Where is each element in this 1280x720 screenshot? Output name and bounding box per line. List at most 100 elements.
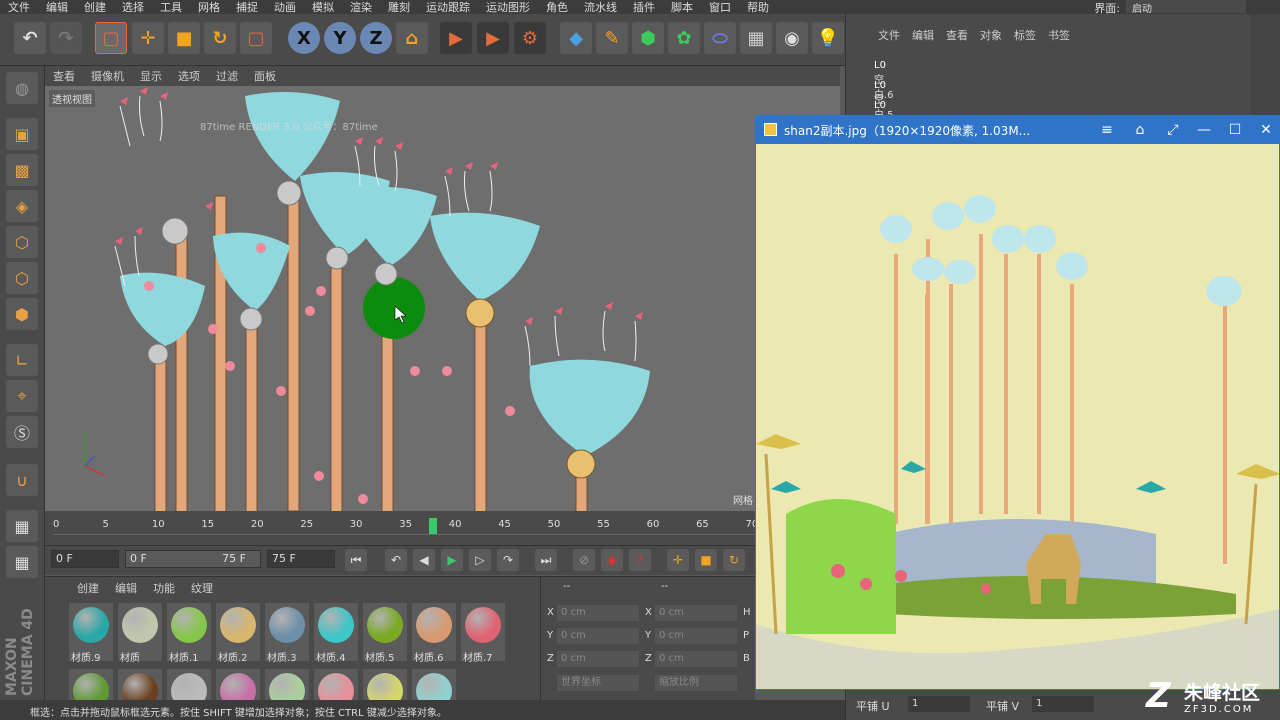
tile-u-field[interactable]: 1 xyxy=(908,696,970,712)
viewport-menu-item[interactable]: 摄像机 xyxy=(83,68,132,84)
menu-item[interactable]: 动画 xyxy=(266,0,304,15)
object-menu-item[interactable]: 对象 xyxy=(974,27,1008,43)
material-swatch[interactable]: 材质.9 xyxy=(69,603,113,664)
undo-icon[interactable]: ↶ xyxy=(14,22,46,54)
recent-tool-icon[interactable]: ▢ xyxy=(240,22,272,54)
menu-item[interactable]: 编辑 xyxy=(38,0,76,15)
object-menu-item[interactable]: 标签 xyxy=(1008,27,1042,43)
close-icon[interactable]: ✕ xyxy=(1251,116,1280,144)
tile-v-field[interactable]: 1 xyxy=(1032,696,1094,712)
pin-icon[interactable]: ⌂ xyxy=(1125,116,1155,144)
world-coords-select[interactable]: 世界坐标 xyxy=(557,675,639,691)
goto-end-icon[interactable]: ⏭ xyxy=(535,549,557,571)
grid-pattern-icon[interactable]: ▦ xyxy=(6,510,38,542)
light-icon[interactable]: 💡 xyxy=(812,22,844,54)
play-icon[interactable]: ▶ xyxy=(441,549,463,571)
material-swatch[interactable]: 材质.2 xyxy=(216,603,260,664)
texture-mode-icon[interactable]: ▩ xyxy=(6,154,38,186)
material-swatch[interactable] xyxy=(167,669,211,709)
material-swatch[interactable] xyxy=(363,669,407,709)
object-menu-item[interactable]: 查看 xyxy=(940,27,974,43)
material-swatch[interactable]: 材质.5 xyxy=(363,603,407,664)
floor-icon[interactable]: ▦ xyxy=(740,22,772,54)
polygons-mode-icon[interactable]: ⬢ xyxy=(6,298,38,330)
timeline[interactable]: 0 5 10 15 20 25 30 35 40 45 50 55 60 65 70 xyxy=(45,511,840,545)
menu-item[interactable]: 模拟 xyxy=(304,0,342,15)
scale-select[interactable]: 缩放比例 xyxy=(655,675,737,691)
autokey-icon[interactable]: ? xyxy=(629,549,651,571)
z-axis-icon[interactable]: Z xyxy=(360,22,392,54)
coord-position-field[interactable]: 0 cm xyxy=(557,605,639,621)
right-side-tabs[interactable] xyxy=(1250,14,1280,115)
menu-item[interactable]: 选择 xyxy=(114,0,152,15)
redo-icon[interactable]: ↷ xyxy=(50,22,82,54)
menu-item[interactable]: 脚本 xyxy=(663,0,701,15)
playhead[interactable] xyxy=(429,518,437,534)
material-swatch[interactable] xyxy=(265,669,309,709)
prev-frame-icon[interactable]: ◀ xyxy=(413,549,435,571)
model-mode-icon[interactable]: ▣ xyxy=(6,118,38,150)
material-menu-item[interactable]: 功能 xyxy=(145,580,183,596)
next-frame-icon[interactable]: ▷ xyxy=(469,549,491,571)
goto-start-icon[interactable]: ⏮ xyxy=(345,549,367,571)
viewport-menu-item[interactable]: 面板 xyxy=(246,68,284,84)
y-axis-icon[interactable]: Y xyxy=(324,22,356,54)
menu-item[interactable]: 工具 xyxy=(152,0,190,15)
key-rotate-icon[interactable]: ↻ xyxy=(723,549,745,571)
record-icon[interactable]: ◉ xyxy=(601,549,623,571)
deformer-icon[interactable]: ⬭ xyxy=(704,22,736,54)
menu-icon[interactable]: ≡ xyxy=(1092,116,1122,144)
edges-mode-icon[interactable]: ⬡ xyxy=(6,262,38,294)
range-slider[interactable]: 0 F 75 F xyxy=(125,550,261,568)
material-swatch[interactable]: 材质 xyxy=(118,603,162,664)
snap-s-icon[interactable]: Ⓢ xyxy=(6,416,38,448)
material-swatch[interactable] xyxy=(69,669,113,709)
material-swatch[interactable] xyxy=(216,669,260,709)
select-tool-icon[interactable]: ▢ xyxy=(95,22,127,54)
menu-item[interactable]: 运动跟踪 xyxy=(418,0,478,15)
material-swatch[interactable]: 材质.6 xyxy=(412,603,456,664)
axis-mode-icon[interactable]: ∟ xyxy=(6,344,38,376)
menu-item[interactable]: 插件 xyxy=(625,0,663,15)
render-view-icon[interactable]: ▶ xyxy=(440,22,472,54)
next-key-icon[interactable]: ↷ xyxy=(497,549,519,571)
object-menu-item[interactable]: 书签 xyxy=(1042,27,1076,43)
rotate-tool-icon[interactable]: ↻ xyxy=(204,22,236,54)
coord-size-field[interactable]: 0 cm xyxy=(655,605,737,621)
render-picture-icon[interactable]: ▶ xyxy=(477,22,509,54)
material-menu-item[interactable]: 创建 xyxy=(69,580,107,596)
viewport-menu-item[interactable]: 选项 xyxy=(170,68,208,84)
menu-item[interactable]: 网格 xyxy=(190,0,228,15)
material-menu-item[interactable]: 编辑 xyxy=(107,580,145,596)
viewport-menu-item[interactable]: 显示 xyxy=(132,68,170,84)
menu-item[interactable]: 渲染 xyxy=(342,0,380,15)
subdivision-icon[interactable]: ⬢ xyxy=(632,22,664,54)
cloner-icon[interactable]: ✿ xyxy=(668,22,700,54)
current-frame-field[interactable]: 0 F xyxy=(51,550,119,568)
prev-key-icon[interactable]: ↶ xyxy=(385,549,407,571)
maximize-icon[interactable]: ☐ xyxy=(1220,116,1250,144)
object-menu-item[interactable]: 文件 xyxy=(872,27,906,43)
material-menu-item[interactable]: 纹理 xyxy=(183,580,221,596)
menu-item[interactable]: 运动图形 xyxy=(478,0,538,15)
perspective-viewport[interactable]: 透视视图 87time RENDER 3.0 公众号：87time 网格 xyxy=(45,86,840,511)
points-mode-icon[interactable]: ⬡ xyxy=(6,226,38,258)
magnet-icon[interactable]: ∪ xyxy=(6,464,38,496)
viewport-menu-item[interactable]: 过滤 xyxy=(208,68,246,84)
coord-system-icon[interactable]: ⌂ xyxy=(396,22,428,54)
layout-select[interactable]: 启动 xyxy=(1126,0,1246,15)
x-axis-icon[interactable]: X xyxy=(288,22,320,54)
menu-item[interactable]: 文件 xyxy=(0,0,38,15)
material-swatch[interactable]: 材质.7 xyxy=(461,603,505,664)
fullscreen-icon[interactable]: ⤢ xyxy=(1158,116,1188,144)
minimize-icon[interactable]: — xyxy=(1189,116,1219,144)
material-swatch[interactable] xyxy=(412,669,456,709)
material-swatch[interactable]: 材质.1 xyxy=(167,603,211,664)
coord-position-field[interactable]: 0 cm xyxy=(557,628,639,644)
render-settings-icon[interactable]: ⚙ xyxy=(514,22,546,54)
camera-icon[interactable]: ◉ xyxy=(776,22,808,54)
tweak-mode-icon[interactable]: ⌖ xyxy=(6,380,38,412)
record-off-icon[interactable]: ⊘ xyxy=(573,549,595,571)
menu-item[interactable]: 捕捉 xyxy=(228,0,266,15)
key-move-icon[interactable]: ✛ xyxy=(667,549,689,571)
